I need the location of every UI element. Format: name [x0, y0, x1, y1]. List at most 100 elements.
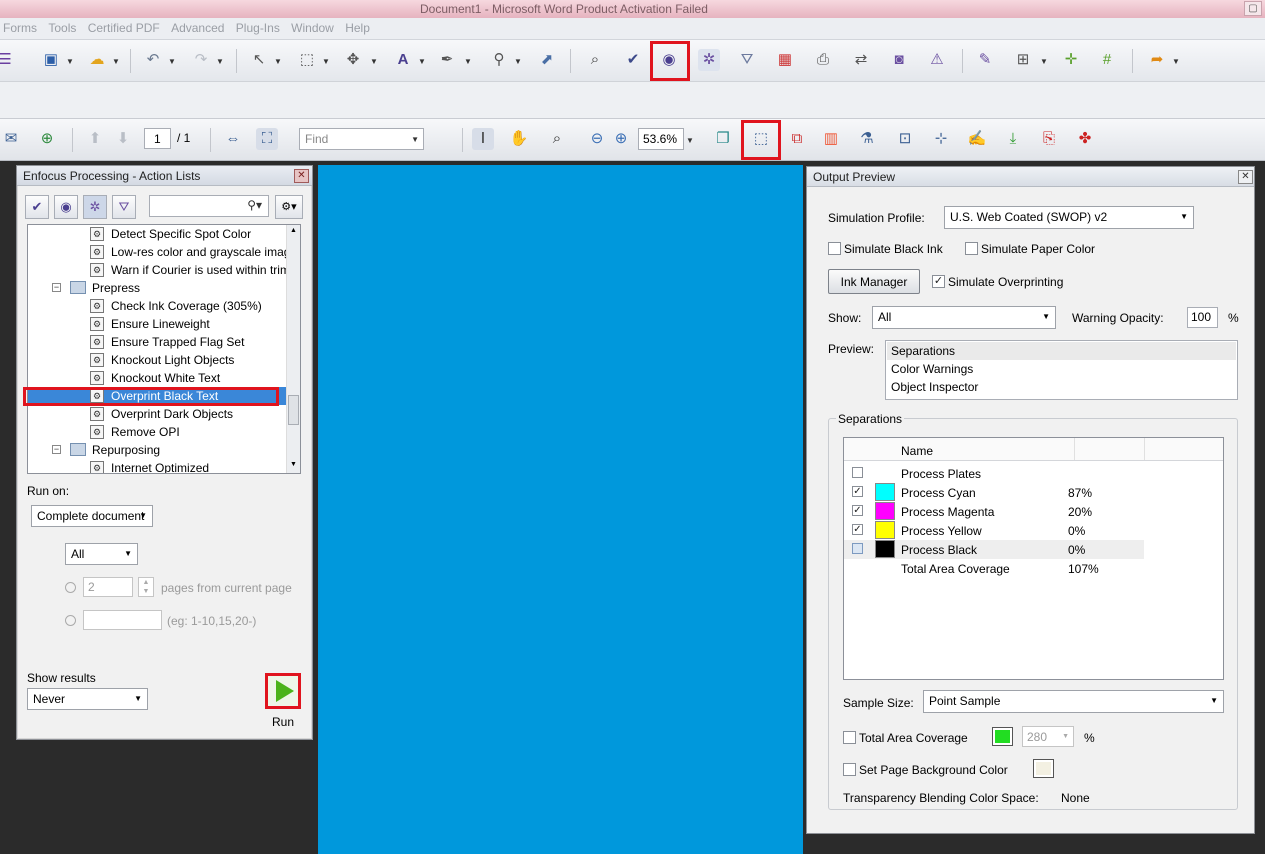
pages-from-current-radio[interactable] [65, 582, 76, 593]
table-row[interactable]: ✓ Process Cyan 87% [844, 483, 1144, 502]
action-list-tree[interactable]: ⚙ Detect Specific Spot Color ⚙ Low-res col… [27, 224, 301, 474]
run-button[interactable] [265, 673, 301, 709]
pdf-icon[interactable]: ⎘ [1038, 128, 1060, 150]
simulate-overprinting-checkbox[interactable]: ✓ [932, 275, 945, 288]
set-page-bg-checkbox[interactable] [843, 763, 856, 776]
list-item[interactable]: ⚙ Overprint Dark Objects [28, 405, 288, 423]
preview-option-separations[interactable]: Separations [891, 344, 955, 358]
menu-certified-pdf[interactable]: Certified PDF [85, 18, 165, 35]
pages-count-input[interactable]: 2 [83, 577, 133, 597]
process-yellow-checkbox[interactable]: ✓ [852, 524, 863, 535]
preview-list[interactable]: Separations Color Warnings Object Inspec… [885, 340, 1238, 400]
camera-icon[interactable]: ◙ [888, 49, 910, 71]
color-table-icon[interactable]: ▦ [774, 49, 796, 71]
check-icon[interactable]: ✔ [622, 49, 644, 71]
table-row[interactable]: ✓ Process Yellow 0% [844, 521, 1144, 540]
restore-button[interactable]: ▢ [1244, 1, 1262, 16]
chevron-down-icon[interactable]: ▼ [686, 136, 694, 145]
crop-marks-icon[interactable]: ⊹ [930, 128, 952, 150]
collapse-icon[interactable]: − [52, 283, 61, 292]
scroll-down-icon[interactable]: ▼ [290, 461, 297, 468]
separations-icon[interactable]: ⧉ [786, 128, 808, 150]
warning-opacity-input[interactable]: 100 [1187, 307, 1218, 328]
arrow-down-icon[interactable]: ⬇ [112, 128, 134, 150]
preview-option-object-inspector[interactable]: Object Inspector [891, 380, 978, 394]
list-icon[interactable]: ☰ [0, 49, 16, 71]
run-on-select[interactable]: Complete document ▼ [31, 505, 153, 527]
globe-icon[interactable]: ◉ [54, 195, 78, 219]
check-icon[interactable]: ✔ [25, 195, 49, 219]
move-icon[interactable]: ✥ [342, 49, 364, 71]
chevron-down-icon[interactable]: ▼ [322, 57, 330, 66]
chevron-down-icon[interactable]: ▼ [464, 57, 472, 66]
zoom-tool-icon[interactable]: ⌕ [546, 128, 568, 150]
chevron-down-icon[interactable]: ▼ [66, 57, 74, 66]
list-item[interactable]: ⚙ Detect Specific Spot Color [28, 225, 288, 243]
collapse-icon[interactable]: − [52, 445, 61, 454]
select-arrow-icon[interactable]: ↖ [248, 49, 270, 71]
save-icon[interactable]: ▣ [40, 49, 62, 71]
pen-tool-icon[interactable]: ✒ [436, 49, 458, 71]
gear-icon[interactable]: ✲ [698, 49, 720, 71]
pin-tool-icon[interactable]: ✤ [1074, 128, 1096, 150]
text-select-icon[interactable]: Ⅰ [472, 128, 494, 150]
scrollbar-thumb[interactable] [288, 395, 299, 425]
convert-icon[interactable]: ⇄ [850, 49, 872, 71]
list-item[interactable]: ⚙ Ensure Lineweight [28, 315, 288, 333]
show-results-select[interactable]: Never ▼ [27, 688, 148, 710]
preview-option-color-warnings[interactable]: Color Warnings [891, 362, 973, 376]
sample-size-select[interactable]: Point Sample ▼ [923, 690, 1224, 713]
crosshair-icon[interactable]: ✛ [1060, 49, 1082, 71]
hash-grid-icon[interactable]: # [1096, 49, 1118, 71]
filter-icon[interactable]: ⛛ [112, 195, 136, 219]
ink-flask-icon[interactable]: ⚗ [856, 128, 878, 150]
zoom-out-icon[interactable]: ⊖ [586, 128, 608, 150]
tree-scrollbar[interactable]: ▲ ▼ [286, 225, 300, 473]
list-item[interactable]: ⚙ Remove OPI [28, 423, 288, 441]
close-icon[interactable]: ✕ [1238, 170, 1253, 184]
tac-value-input[interactable]: 280 ▼ [1022, 726, 1074, 747]
menu-plugins[interactable]: Plug-Ins [233, 18, 285, 35]
process-black-checkbox[interactable] [852, 543, 863, 554]
ink-manager-button[interactable]: Ink Manager [828, 269, 920, 294]
simulate-paper-color-checkbox[interactable] [965, 242, 978, 255]
chevron-down-icon[interactable]: ▼ [411, 135, 419, 144]
show-select[interactable]: All ▼ [872, 306, 1056, 329]
chevron-down-icon[interactable]: ▼ [274, 57, 282, 66]
trim-box-icon[interactable]: ⊡ [894, 128, 916, 150]
page-range-input[interactable] [83, 610, 162, 630]
folder-item-prepress[interactable]: − Prepress [28, 279, 288, 297]
process-plates-checkbox[interactable] [852, 467, 863, 478]
page-bg-color-swatch[interactable] [1033, 759, 1054, 778]
menu-window[interactable]: Window [288, 18, 339, 35]
page-range-radio[interactable] [65, 615, 76, 626]
search-input[interactable]: ⚲▾ [149, 195, 269, 217]
cloud-icon[interactable]: ☁ [86, 49, 108, 71]
total-area-coverage-checkbox[interactable] [843, 731, 856, 744]
chevron-down-icon[interactable]: ▼ [1172, 57, 1180, 66]
preflight-icon[interactable]: ⌕ [584, 49, 606, 71]
download-icon[interactable]: ⤓ [1002, 128, 1024, 150]
table-row[interactable]: Process Black 0% [844, 540, 1144, 559]
chevron-down-icon[interactable]: ▼ [112, 57, 120, 66]
zoom-in-icon[interactable]: ⊕ [610, 128, 632, 150]
chevron-down-icon[interactable]: ▼ [418, 57, 426, 66]
fit-width-icon[interactable]: ⇔ [222, 128, 244, 150]
redo-icon[interactable]: ↷ [190, 49, 212, 71]
hand-icon[interactable]: ✋ [508, 128, 530, 150]
list-item[interactable]: ⚙ Internet Optimized [28, 459, 288, 473]
simulation-profile-select[interactable]: U.S. Web Coated (SWOP) v2 ▼ [944, 206, 1194, 229]
fit-page-icon[interactable]: ⛶ [256, 128, 278, 150]
process-magenta-checkbox[interactable]: ✓ [852, 505, 863, 516]
settings-menu-icon[interactable]: ⚙▾ [275, 195, 303, 219]
page-number-input[interactable]: 1 [144, 128, 171, 149]
chevron-down-icon[interactable]: ▼ [370, 57, 378, 66]
list-item[interactable]: ⚙ Knockout Light Objects [28, 351, 288, 369]
grid-tool-icon[interactable]: ⊞ [1012, 49, 1034, 71]
menu-help[interactable]: Help [342, 18, 375, 35]
pages-panel-icon[interactable]: ❐ [712, 128, 734, 150]
list-item[interactable]: ⚙ Check Ink Coverage (305%) [28, 297, 288, 315]
chevron-down-icon[interactable]: ▼ [1040, 57, 1048, 66]
pages-stepper[interactable]: ▲ ▼ [138, 577, 154, 597]
document-page[interactable] [318, 165, 803, 854]
